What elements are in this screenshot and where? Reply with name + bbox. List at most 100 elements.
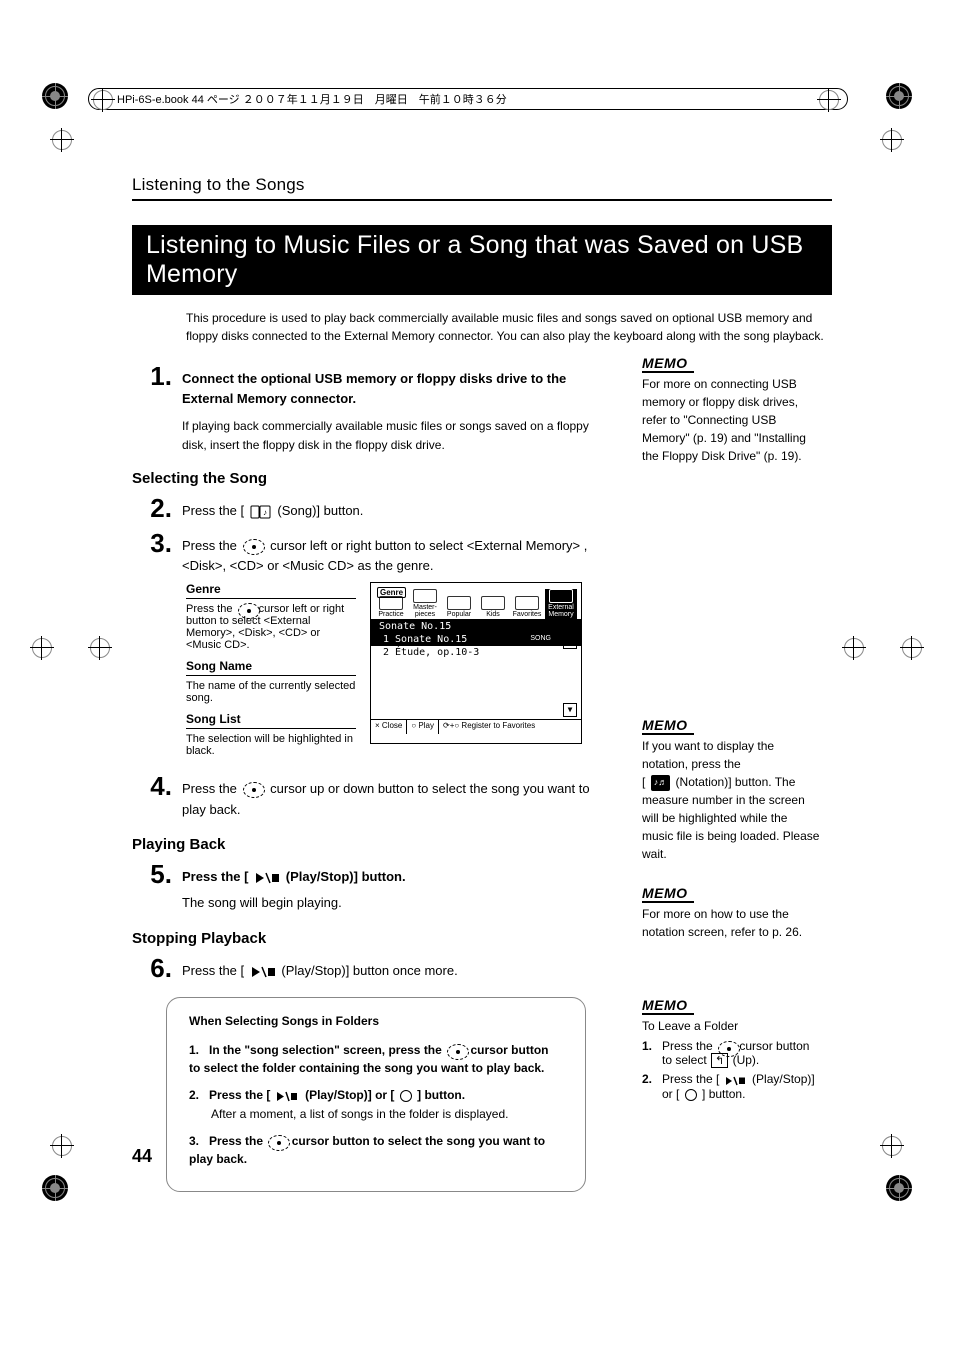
memo-4-step-2: 2. Press the [ (Play/Stop)] or [ ] butto… xyxy=(642,1072,820,1101)
svg-text:♪: ♪ xyxy=(263,508,267,517)
memo-1-text: For more on connecting USB memory or flo… xyxy=(642,375,820,465)
step-3: 3. Press the cursor left or right button… xyxy=(132,530,606,576)
crop-mark-icon xyxy=(32,638,52,658)
page-number: 44 xyxy=(132,1146,152,1167)
screen-tab: Favorites xyxy=(511,596,543,619)
def-songlist-head: Song List xyxy=(186,712,356,726)
cursor-disc-icon xyxy=(718,1041,734,1053)
memo-block-1: MEMO For more on connecting USB memory o… xyxy=(642,355,820,465)
notation-icon: ♪♬ xyxy=(651,775,671,791)
scroll-up-icon: ▲ xyxy=(563,635,577,649)
folder-callout-box: When Selecting Songs in Folders 1. In th… xyxy=(166,997,586,1192)
def-songlist-text: The selection will be highlighted in bla… xyxy=(186,733,356,757)
crop-mark-icon xyxy=(844,638,864,658)
step-1: 1. Connect the optional USB memory or fl… xyxy=(132,363,606,454)
subhead-stopping: Stopping Playback xyxy=(132,930,606,947)
screen-genre-label: Genre xyxy=(377,587,406,598)
crop-mark-corner-icon xyxy=(42,1175,68,1201)
memo-4-step-1: 1. Press the cursor button to select ↰ (… xyxy=(642,1039,820,1068)
page-title: Listening to Music Files or a Song that … xyxy=(132,225,832,295)
song-button-icon: ♪ xyxy=(250,502,272,522)
crop-mark-icon xyxy=(882,130,902,150)
def-songname-head: Song Name xyxy=(186,659,356,673)
memo-block-3: MEMO For more on how to use the notation… xyxy=(642,885,820,941)
step-number: 6. xyxy=(132,955,172,981)
framemaker-header: HPi-6S-e.book 44 ページ ２００７年１１月１９日 月曜日 午前１… xyxy=(88,88,848,110)
step-6: 6. Press the [ (Play/Stop)] button once … xyxy=(132,955,606,982)
screen-foot-register: ⟳+○ Register to Favorites xyxy=(439,720,581,734)
cursor-disc-icon xyxy=(243,782,265,798)
step-number: 2. xyxy=(132,495,172,521)
screen-selected-song: Sonate No.15 xyxy=(371,620,581,633)
step-2: 2. Press the [ ♪ (Song)] button. xyxy=(132,495,606,522)
crop-mark-icon xyxy=(90,638,110,658)
step-6-text-a: Press the [ xyxy=(182,963,244,978)
running-head: Listening to the Songs xyxy=(132,175,832,195)
memo-2-text-b: [ xyxy=(642,775,645,789)
step-number: 5. xyxy=(132,861,172,887)
play-stop-icon xyxy=(276,1086,300,1105)
screen-tab: Popular xyxy=(443,596,475,619)
screen-foot-play: ○ Play xyxy=(407,720,439,734)
crop-mark-icon xyxy=(882,1136,902,1156)
play-stop-icon xyxy=(250,961,276,981)
crop-mark-corner-icon xyxy=(42,83,68,109)
step-number: 3. xyxy=(132,530,172,556)
section-rule xyxy=(132,199,832,201)
screen-list-item: 2 Étude, op.10-3 xyxy=(371,646,581,659)
header-text: HPi-6S-e.book 44 ページ ２００７年１１月１９日 月曜日 午前１… xyxy=(117,91,507,107)
subhead-playing: Playing Back xyxy=(132,836,606,853)
step-number: 1. xyxy=(132,363,172,389)
memo-label: MEMO xyxy=(642,997,694,1015)
step-1-body: If playing back commercially available m… xyxy=(182,417,606,454)
folder-box-title: When Selecting Songs in Folders xyxy=(189,1012,563,1031)
cursor-disc-icon xyxy=(268,1135,286,1148)
step-5-body: The song will begin playing. xyxy=(182,893,606,913)
step-6-text-b: (Play/Stop)] button once more. xyxy=(281,963,457,978)
step-2-text-b: (Song)] button. xyxy=(277,503,363,518)
circle-button-icon xyxy=(400,1090,412,1102)
memo-2-text-a: If you want to display the notation, pre… xyxy=(642,739,774,771)
screen-foot-close: × Close xyxy=(371,720,407,734)
memo-3-text: For more on how to use the notation scre… xyxy=(642,905,820,941)
cursor-disc-icon xyxy=(243,539,265,555)
memo-block-4: MEMO To Leave a Folder 1. Press the curs… xyxy=(642,997,820,1101)
memo-label: MEMO xyxy=(642,717,694,735)
crop-mark-corner-icon xyxy=(886,83,912,109)
memo-label: MEMO xyxy=(642,885,694,903)
intro-paragraph: This procedure is used to play back comm… xyxy=(186,309,826,345)
register-mark-icon xyxy=(819,90,839,110)
step-2-text-a: Press the [ xyxy=(182,503,244,518)
screen-tab: Kids xyxy=(477,596,509,619)
step-4: 4. Press the cursor up or down button to… xyxy=(132,773,606,819)
subhead-selecting: Selecting the Song xyxy=(132,470,606,487)
memo-4-title: To Leave a Folder xyxy=(642,1017,820,1035)
lcd-screenshot: Genre Practice Master-pieces Popular Kid… xyxy=(370,582,582,744)
step-1-instruction: Connect the optional USB memory or flopp… xyxy=(182,371,566,406)
cursor-disc-icon xyxy=(447,1044,465,1057)
cursor-disc-icon xyxy=(238,603,254,615)
play-stop-icon xyxy=(254,867,280,887)
scroll-down-icon: ▼ xyxy=(563,703,577,717)
circle-button-icon xyxy=(685,1089,697,1101)
screen-tab: Practice xyxy=(375,596,407,619)
definitions-block: Genre Press the cursor left or right but… xyxy=(186,582,606,757)
crop-mark-corner-icon xyxy=(886,1175,912,1201)
def-genre-head: Genre xyxy=(186,582,356,596)
play-stop-icon xyxy=(725,1073,747,1087)
step-4-text-a: Press the xyxy=(182,781,241,796)
memo-block-2: MEMO If you want to display the notation… xyxy=(642,717,820,863)
screen-song-badge: SONG xyxy=(526,635,555,642)
def-songname-text: The name of the currently selected song. xyxy=(186,680,356,704)
step-5-text-b: (Play/Stop)] button. xyxy=(286,869,406,884)
step-5: 5. Press the [ (Play/Stop)] button. The … xyxy=(132,861,606,914)
screen-tab: Master-pieces xyxy=(409,589,441,619)
def-genre-text: Press the cursor left or right button to… xyxy=(186,603,356,651)
crop-mark-icon xyxy=(52,1136,72,1156)
crop-mark-icon xyxy=(902,638,922,658)
crop-mark-icon xyxy=(52,130,72,150)
step-3-text-a: Press the xyxy=(182,538,241,553)
memo-label: MEMO xyxy=(642,355,694,373)
screen-tab-selected: External Memory xyxy=(545,589,577,619)
step-5-text-a: Press the [ xyxy=(182,869,248,884)
